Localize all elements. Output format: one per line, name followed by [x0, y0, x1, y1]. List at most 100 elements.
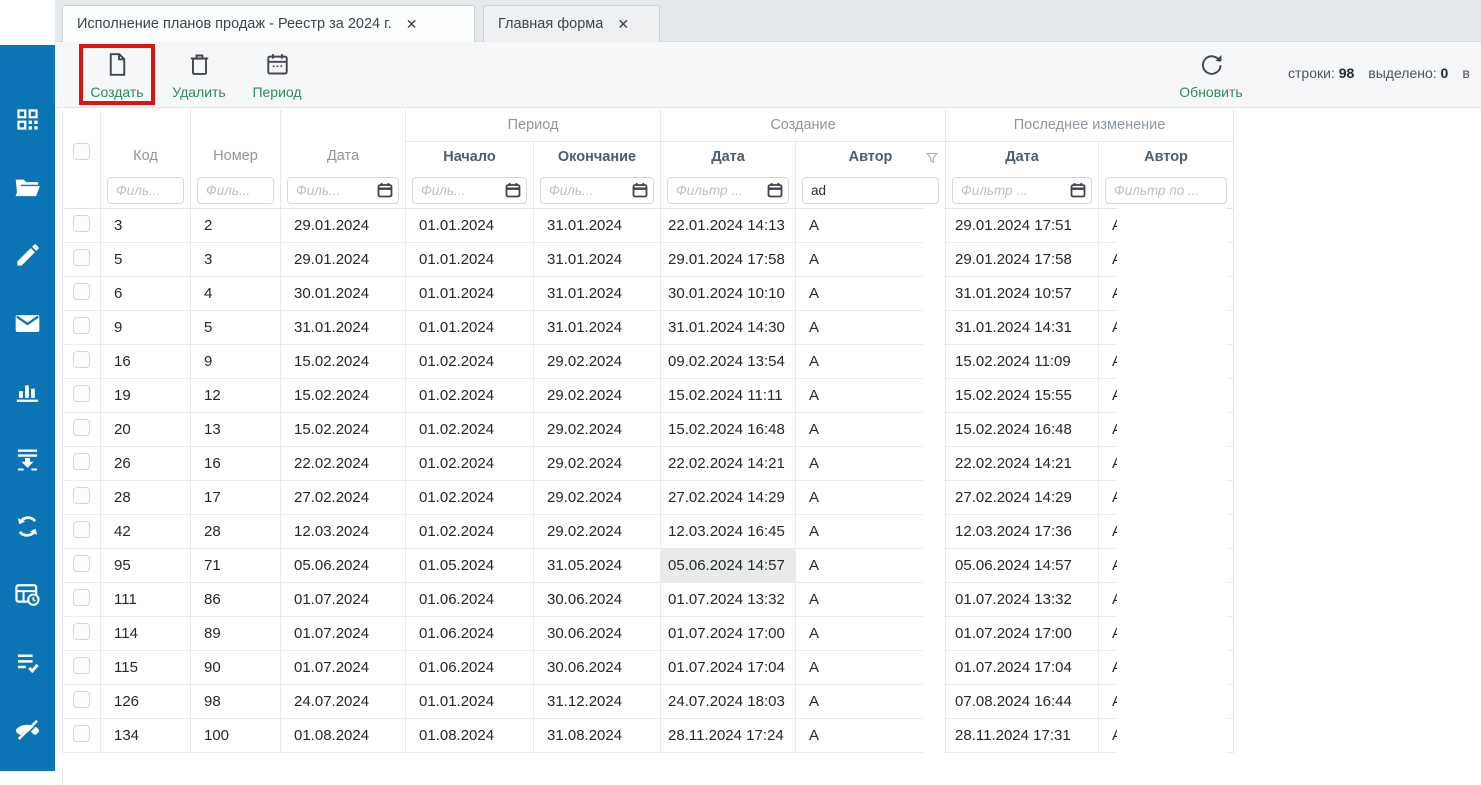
row-checkbox[interactable] [73, 351, 90, 368]
table-row[interactable]: 95 71 05.06.2024 01.05.2024 31.05.2024 0… [63, 548, 1234, 582]
table-row[interactable]: 126 98 24.07.2024 01.01.2024 31.12.2024 … [63, 684, 1234, 718]
cell-created-date: 29.01.2024 17:58 [661, 242, 796, 276]
column-header-period-end[interactable]: Окончание [534, 141, 661, 173]
row-checkbox[interactable] [73, 385, 90, 402]
column-header-code[interactable]: Код [101, 110, 191, 173]
filter-input-period-end[interactable] [540, 177, 654, 204]
rows-count-value: 98 [1339, 65, 1355, 81]
qr-code-icon[interactable] [14, 105, 42, 133]
row-checkbox[interactable] [73, 691, 90, 708]
cell-created-date: 01.07.2024 17:04 [661, 650, 796, 684]
row-checkbox[interactable] [73, 317, 90, 334]
table-row[interactable]: 28 17 27.02.2024 01.02.2024 29.02.2024 2… [63, 480, 1234, 514]
table-row[interactable]: 19 12 15.02.2024 01.02.2024 29.02.2024 1… [63, 378, 1234, 412]
row-checkbox-cell [63, 242, 101, 276]
create-button[interactable]: Создать [77, 51, 157, 100]
cell-period-end: 30.06.2024 [534, 616, 661, 650]
column-header-number[interactable]: Номер [191, 110, 281, 173]
tab-close-icon[interactable]: ✕ [406, 16, 418, 33]
row-checkbox[interactable] [73, 521, 90, 538]
phone-off-icon[interactable] [14, 715, 42, 743]
cell-period-start: 01.01.2024 [406, 684, 534, 718]
row-checkbox[interactable] [73, 657, 90, 674]
table-row[interactable]: 6 4 30.01.2024 01.01.2024 31.01.2024 30.… [63, 276, 1234, 310]
refresh-button[interactable]: Обновить [1171, 51, 1251, 100]
cell-number: 4 [191, 276, 281, 310]
cell-code: 42 [101, 514, 191, 548]
delete-button[interactable]: Удалить [159, 51, 239, 100]
tab-sales-plan-register[interactable]: Исполнение планов продаж - Реестр за 202… [62, 5, 475, 42]
table-row[interactable]: 9 5 31.01.2024 01.01.2024 31.01.2024 31.… [63, 310, 1234, 344]
row-checkbox[interactable] [73, 215, 90, 232]
checklist-icon[interactable] [14, 648, 42, 676]
cell-period-end: 31.05.2024 [534, 548, 661, 582]
select-all-checkbox[interactable] [73, 143, 90, 160]
table-row[interactable]: 111 86 01.07.2024 01.06.2024 30.06.2024 … [63, 582, 1234, 616]
table-row[interactable]: 42 28 12.03.2024 01.02.2024 29.02.2024 1… [63, 514, 1234, 548]
bar-chart-icon[interactable] [14, 377, 42, 405]
cell-modified-date: 01.07.2024 17:00 [946, 616, 1099, 650]
cell-number: 90 [191, 650, 281, 684]
column-header-period-start[interactable]: Начало [406, 141, 534, 173]
column-header-creation-author[interactable]: Автор [796, 141, 946, 173]
cell-modified-date: 22.02.2024 14:21 [946, 446, 1099, 480]
table-row[interactable]: 114 89 01.07.2024 01.06.2024 30.06.2024 … [63, 616, 1234, 650]
sync-icon[interactable] [14, 512, 42, 540]
cell-date: 15.02.2024 [281, 412, 406, 446]
column-header-date[interactable]: Дата [281, 110, 406, 173]
period-button[interactable]: Период [237, 51, 317, 100]
tab-title: Исполнение планов продаж - Реестр за 202… [77, 16, 392, 32]
column-header-modified-author[interactable]: Автор [1099, 141, 1234, 173]
row-checkbox-cell [63, 446, 101, 480]
tab-main-form[interactable]: Главная форма ✕ [483, 5, 660, 42]
folder-open-icon[interactable] [14, 173, 42, 201]
table-row[interactable]: 16 9 15.02.2024 01.02.2024 29.02.2024 09… [63, 344, 1234, 378]
cell-date: 01.07.2024 [281, 582, 406, 616]
column-header-creation-date[interactable]: Дата [661, 141, 796, 173]
tab-bar: Исполнение планов продаж - Реестр за 202… [55, 0, 1481, 42]
filter-input-date[interactable] [287, 177, 399, 204]
row-checkbox[interactable] [73, 589, 90, 606]
table-clock-icon[interactable] [14, 580, 42, 608]
cell-code: 134 [101, 718, 191, 752]
cell-number: 86 [191, 582, 281, 616]
pencil-icon[interactable] [14, 241, 42, 269]
envelope-icon[interactable] [14, 309, 42, 337]
filter-input-modified-author[interactable] [1105, 177, 1227, 204]
filter-input-number[interactable] [197, 177, 274, 204]
cell-period-end: 29.02.2024 [534, 412, 661, 446]
cell-date: 31.01.2024 [281, 310, 406, 344]
cell-period-start: 01.06.2024 [406, 582, 534, 616]
filter-input-code[interactable] [107, 177, 184, 204]
row-checkbox[interactable] [73, 419, 90, 436]
column-header-modified-date[interactable]: Дата [946, 141, 1099, 173]
filter-input-creation-author[interactable] [802, 177, 939, 204]
table-row[interactable]: 20 13 15.02.2024 01.02.2024 29.02.2024 1… [63, 412, 1234, 446]
table-row[interactable]: 26 16 22.02.2024 01.02.2024 29.02.2024 2… [63, 446, 1234, 480]
row-checkbox[interactable] [73, 725, 90, 742]
selected-count-label: выделено: [1368, 65, 1436, 81]
row-checkbox[interactable] [73, 487, 90, 504]
cell-modified-date: 27.02.2024 14:29 [946, 480, 1099, 514]
table-row[interactable]: 3 2 29.01.2024 01.01.2024 31.01.2024 22.… [63, 208, 1234, 242]
filter-input-creation-date[interactable] [667, 177, 789, 204]
row-checkbox[interactable] [73, 453, 90, 470]
filter-input-modified-date[interactable] [952, 177, 1092, 204]
table-row[interactable]: 5 3 29.01.2024 01.01.2024 31.01.2024 29.… [63, 242, 1234, 276]
filter-funnel-icon [926, 152, 938, 164]
list-download-icon[interactable] [14, 444, 42, 472]
row-checkbox[interactable] [73, 283, 90, 300]
cell-modified-date: 29.01.2024 17:51 [946, 208, 1099, 242]
sidebar [0, 45, 55, 771]
tab-close-icon[interactable]: ✕ [617, 16, 629, 33]
row-checkbox[interactable] [73, 249, 90, 266]
row-checkbox[interactable] [73, 555, 90, 572]
row-checkbox[interactable] [73, 623, 90, 640]
selected-count-value: 0 [1441, 65, 1449, 81]
table-row[interactable]: 115 90 01.07.2024 01.06.2024 30.06.2024 … [63, 650, 1234, 684]
cell-code: 20 [101, 412, 191, 446]
filter-input-period-start[interactable] [412, 177, 527, 204]
table-row[interactable]: 134 100 01.08.2024 01.08.2024 31.08.2024… [63, 718, 1234, 752]
cell-code: 26 [101, 446, 191, 480]
grid-gutter [923, 207, 944, 768]
